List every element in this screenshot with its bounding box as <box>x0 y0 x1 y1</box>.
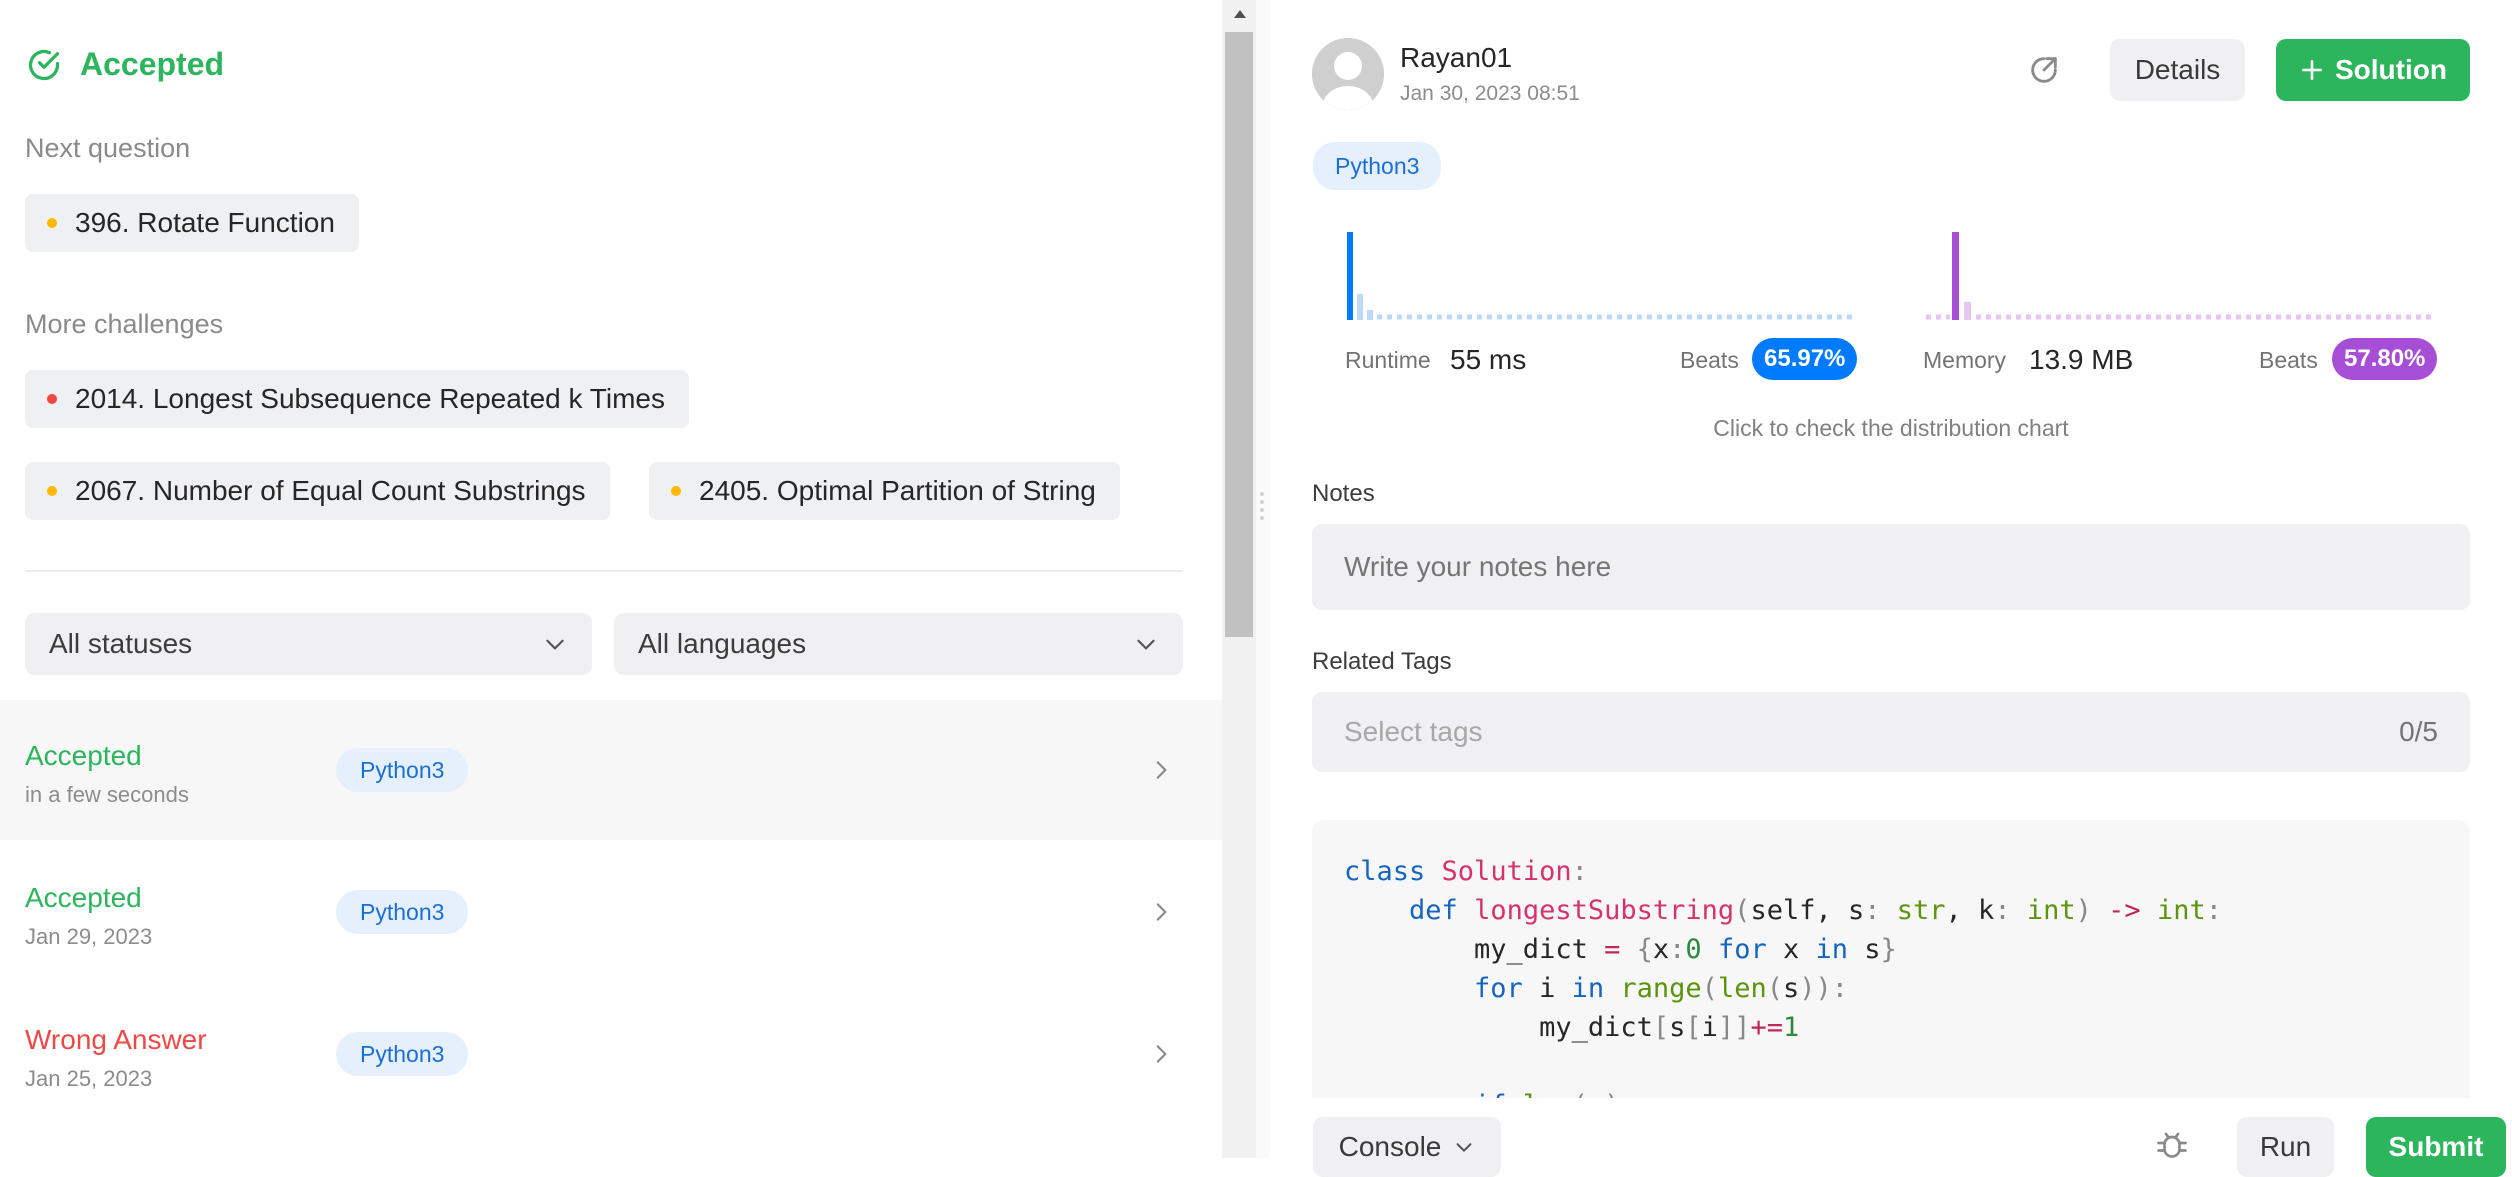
result-header: Accepted <box>26 46 224 83</box>
chevron-down-icon <box>1456 1143 1472 1152</box>
code-line: my_dict[s[i]]+=1 <box>1344 1012 1800 1043</box>
runtime-value: 55 ms <box>1450 344 1527 375</box>
difficulty-dot <box>47 486 57 496</box>
challenge-chip[interactable]: 2405. Optimal Partition of String <box>649 462 1120 520</box>
memory-beats-badge: 57.80% <box>2332 338 2438 380</box>
solution-button-label: Solution <box>2335 54 2447 85</box>
submit-button[interactable]: Submit <box>2366 1117 2506 1177</box>
submission-date: Jan 29, 2023 <box>25 924 153 949</box>
details-button[interactable]: Details <box>2110 39 2245 101</box>
status-filter-value: All statuses <box>49 628 193 659</box>
next-question-chip[interactable]: 396. Rotate Function <box>25 194 359 252</box>
submission-timestamp: Jan 30, 2023 08:51 <box>1400 82 1580 105</box>
submission-status: Accepted <box>25 882 142 913</box>
submission-date: Jan 25, 2023 <box>25 1066 153 1091</box>
memory-label: Memory <box>1923 347 2007 373</box>
scrollbar-thumb[interactable] <box>1225 32 1253 637</box>
memory-beats-label: Beats <box>2259 347 2318 373</box>
difficulty-dot <box>671 486 681 496</box>
username[interactable]: Rayan01 <box>1400 42 1512 74</box>
challenge-title: 2067. Number of Equal Count Substrings <box>75 475 586 506</box>
chevron-right-icon <box>1156 761 1167 779</box>
submission-row[interactable]: Accepted in a few seconds Python3 <box>0 700 1222 840</box>
language-badge: Python3 <box>336 1032 469 1076</box>
chevron-down-icon <box>1137 639 1155 650</box>
submission-status: Accepted <box>25 740 142 771</box>
code-line: my_dict = {x:0 for x in s} <box>1344 934 1897 965</box>
related-tags-label: Related Tags <box>1312 648 1452 675</box>
histogram-bar <box>1964 302 1971 320</box>
tags-select[interactable]: Select tags 0/5 <box>1312 692 2470 772</box>
runtime-beats-label: Beats <box>1680 347 1739 373</box>
bug-icon[interactable] <box>2154 1128 2190 1158</box>
notes-input[interactable] <box>1312 524 2470 610</box>
section-divider <box>25 570 1183 572</box>
code-block: class Solution: def longestSubstring(sel… <box>1312 820 2470 1098</box>
console-button[interactable]: Console <box>1313 1117 1501 1177</box>
code-line: for i in range(len(s)): <box>1474 973 1849 1004</box>
challenge-chip[interactable]: 2014. Longest Subsequence Repeated k Tim… <box>25 370 689 428</box>
scroll-up-arrow-icon[interactable] <box>1232 8 1248 20</box>
notes-label: Notes <box>1312 480 1375 507</box>
submission-row[interactable]: Wrong Answer Jan 25, 2023 Python3 <box>0 984 1222 1124</box>
status-filter-select[interactable]: All statuses <box>25 613 592 675</box>
memory-value: 13.9 MB <box>2029 344 2134 375</box>
code-viewer[interactable]: class Solution: def longestSubstring(sel… <box>1312 820 2470 1098</box>
language-badge: Python3 <box>336 890 469 934</box>
memory-distribution-chart[interactable] <box>1922 228 2442 324</box>
code-line: def longestSubstring(self, s: str, k: in… <box>1409 895 2222 926</box>
avatar[interactable] <box>1312 38 1384 110</box>
result-status: Accepted <box>80 46 225 82</box>
language-filter-value: All languages <box>638 628 807 659</box>
runtime-distribution-chart[interactable] <box>1345 228 1865 324</box>
chevron-down-icon <box>546 639 564 650</box>
submission-date: in a few seconds <box>25 782 189 807</box>
share-icon[interactable] <box>2027 53 2061 87</box>
runtime-beats-badge: 65.97% <box>1752 338 1858 380</box>
distribution-hint[interactable]: Click to check the distribution chart <box>1312 415 2470 442</box>
plus-icon <box>2302 60 2322 80</box>
more-challenges-label: More challenges <box>25 309 224 339</box>
user-avatar-icon <box>1312 38 1384 110</box>
run-button[interactable]: Run <box>2237 1117 2334 1177</box>
tags-placeholder: Select tags <box>1344 716 1483 747</box>
submission-status: Wrong Answer <box>25 1024 207 1055</box>
language-filter-select[interactable]: All languages <box>614 613 1183 675</box>
challenge-chip[interactable]: 2067. Number of Equal Count Substrings <box>25 462 610 520</box>
histogram-bar-current <box>1347 232 1353 320</box>
chevron-right-icon <box>1156 903 1167 921</box>
language-badge: Python3 <box>1313 142 1442 190</box>
check-circle-icon <box>28 49 60 80</box>
code-line: if len(s) < <box>1344 1090 1653 1098</box>
histogram-bar <box>1357 294 1363 320</box>
histogram-bar-current <box>1952 232 1959 320</box>
chevron-right-icon <box>1156 1045 1167 1063</box>
tags-count: 0/5 <box>2399 716 2438 747</box>
next-question-label: Next question <box>25 133 191 163</box>
difficulty-dot <box>47 218 57 228</box>
solution-button[interactable]: Solution <box>2276 39 2470 101</box>
submission-row[interactable]: Accepted Jan 29, 2023 Python3 <box>0 842 1222 982</box>
challenge-title: 2014. Longest Subsequence Repeated k Tim… <box>75 383 665 414</box>
panel-resize-handle[interactable] <box>1256 0 1270 1158</box>
drag-grip-icon[interactable] <box>1258 490 1266 522</box>
console-label: Console <box>1338 1131 1442 1162</box>
runtime-label: Runtime <box>1345 347 1431 373</box>
submission-panel: Accepted Next question 396. Rotate Funct… <box>0 0 1222 1158</box>
next-question-title: 396. Rotate Function <box>75 207 335 238</box>
challenge-title: 2405. Optimal Partition of String <box>699 475 1096 506</box>
difficulty-dot <box>47 394 57 404</box>
language-badge: Python3 <box>336 748 469 792</box>
code-line: class Solution: <box>1344 856 1588 887</box>
histogram-bar <box>1367 310 1373 320</box>
